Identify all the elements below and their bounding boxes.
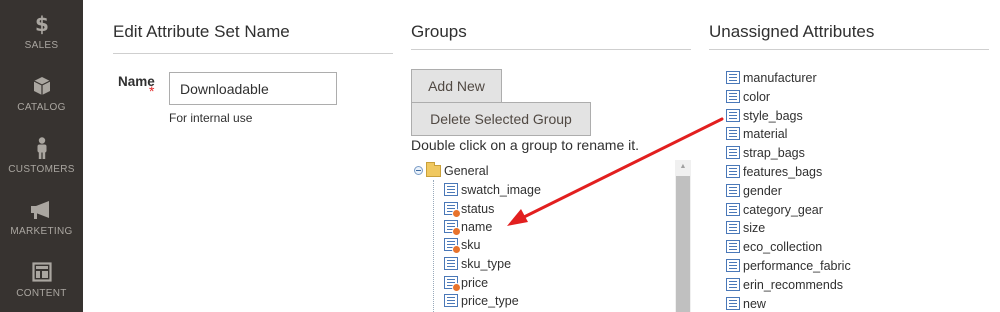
tree-attribute-item[interactable]: price_type [444, 291, 519, 310]
dollar-icon: $ [0, 12, 83, 36]
attribute-icon [726, 109, 740, 122]
attribute-label: performance_fabric [743, 258, 851, 273]
required-asterisk: * [149, 83, 155, 99]
attribute-icon [726, 165, 740, 178]
attribute-label: style_bags [743, 108, 803, 123]
attribute-icon [726, 127, 740, 140]
attribute-icon [726, 184, 740, 197]
attribute-label: erin_recommends [743, 277, 844, 292]
attribute-icon [726, 146, 740, 159]
box-icon [0, 74, 83, 98]
nav-label-sales: SALES [24, 40, 59, 51]
nav-label-marketing: MARKETING [10, 226, 73, 237]
unassigned-attribute-item[interactable]: features_bags [726, 162, 822, 181]
unassigned-attribute-item[interactable]: material [726, 124, 787, 143]
attribute-label: gender [743, 183, 782, 198]
attribute-icon [444, 257, 458, 270]
attribute-icon [444, 294, 458, 307]
attribute-icon [726, 297, 740, 310]
name-field-hint: For internal use [169, 111, 253, 125]
arrow-head [507, 209, 528, 226]
unassigned-attribute-item[interactable]: performance_fabric [726, 256, 851, 275]
unassigned-attribute-item[interactable]: manufacturer [726, 68, 817, 87]
rename-help-text: Double click on a group to rename it. [411, 137, 640, 153]
collapse-icon[interactable] [414, 166, 423, 175]
attribute-label: features_bags [743, 164, 823, 179]
attribute-label: sku_type [461, 256, 512, 271]
groups-title: Groups [411, 22, 467, 41]
tree-attribute-item[interactable]: price [444, 273, 488, 292]
attribute-icon [726, 221, 740, 234]
attribute-label: swatch_image [461, 182, 541, 197]
attribute-label: material [743, 126, 788, 141]
edit-set-title: Edit Attribute Set Name [113, 22, 290, 41]
unassigned-attribute-item[interactable]: erin_recommends [726, 275, 843, 294]
unassigned-attribute-item[interactable]: category_gear [726, 200, 823, 219]
attribute-label: price_type [461, 293, 519, 308]
unassigned-attribute-item[interactable]: strap_bags [726, 143, 805, 162]
add-new-group-button[interactable]: Add New [411, 69, 502, 103]
attribute-label: size [743, 220, 766, 235]
set-name-input[interactable] [169, 72, 337, 105]
tree-connector [433, 180, 434, 312]
attribute-label: category_gear [743, 202, 823, 217]
nav-label-content: CONTENT [16, 288, 67, 299]
unassigned-attribute-item[interactable]: color [726, 87, 770, 106]
group-general[interactable]: General [414, 161, 488, 180]
admin-sidebar: $ SALES CATALOG CUSTOMERS MARKETING CONT… [0, 0, 83, 312]
nav-item-marketing[interactable]: MARKETING [0, 196, 83, 258]
scroll-up-arrow-icon[interactable]: ▲ [675, 160, 691, 174]
tree-attribute-item[interactable]: swatch_image [444, 180, 541, 199]
attribute-label: status [461, 201, 495, 216]
nav-item-sales[interactable]: $ SALES [0, 10, 83, 72]
attribute-icon [726, 203, 740, 216]
attribute-label: name [461, 219, 493, 234]
attribute-icon [726, 71, 740, 84]
tree-scrollbar[interactable]: ▲ [675, 160, 691, 312]
layout-icon [0, 260, 83, 284]
unassigned-attribute-item[interactable]: size [726, 218, 765, 237]
svg-text:$: $ [35, 13, 49, 35]
attribute-label: color [743, 89, 771, 104]
system-attribute-icon [444, 276, 461, 292]
system-attribute-icon [444, 220, 461, 236]
unassigned-attribute-item[interactable]: new [726, 294, 766, 312]
attribute-icon [726, 90, 740, 103]
system-attribute-icon [444, 238, 461, 254]
group-general-label: General [444, 163, 489, 178]
attribute-label: sku [461, 237, 481, 252]
attribute-label: new [743, 296, 766, 311]
megaphone-icon [0, 198, 83, 222]
nav-item-customers[interactable]: CUSTOMERS [0, 134, 83, 196]
groups-divider [411, 49, 691, 50]
nav-label-catalog: CATALOG [17, 102, 66, 113]
nav-item-catalog[interactable]: CATALOG [0, 72, 83, 134]
folder-icon [426, 161, 441, 177]
attribute-label: eco_collection [743, 239, 823, 254]
attribute-label: manufacturer [743, 70, 817, 85]
attribute-icon [726, 240, 740, 253]
name-field-label: Name [118, 74, 155, 89]
tree-attribute-item[interactable]: name [444, 217, 492, 236]
unassigned-attribute-item[interactable]: style_bags [726, 106, 803, 125]
attribute-icon [726, 259, 740, 272]
tree-attribute-item[interactable]: sku [444, 235, 480, 254]
tree-attribute-item[interactable]: status [444, 199, 494, 218]
unassigned-attribute-item[interactable]: eco_collection [726, 237, 822, 256]
tree-attribute-item[interactable]: sku_type [444, 254, 511, 273]
delete-selected-group-button[interactable]: Delete Selected Group [411, 102, 591, 136]
unassigned-title: Unassigned Attributes [709, 22, 875, 41]
attribute-icon [726, 278, 740, 291]
nav-item-content[interactable]: CONTENT [0, 258, 83, 312]
unassigned-attribute-item[interactable]: gender [726, 181, 782, 200]
nav-label-customers: CUSTOMERS [8, 164, 75, 175]
system-attribute-icon [444, 202, 461, 218]
attribute-label: price [461, 275, 489, 290]
unassigned-divider [709, 49, 989, 50]
scroll-thumb[interactable] [676, 176, 690, 312]
edit-set-divider [113, 53, 393, 54]
attribute-icon [444, 183, 458, 196]
person-icon [0, 136, 83, 160]
attribute-label: strap_bags [743, 145, 805, 160]
